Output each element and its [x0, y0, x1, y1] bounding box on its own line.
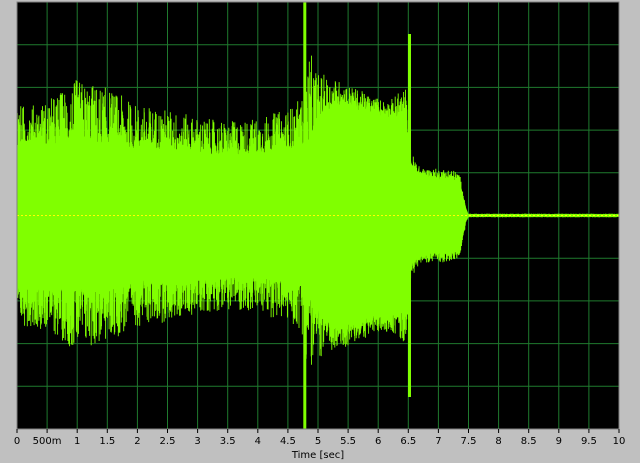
x-tick-label: 6.5: [400, 436, 416, 447]
x-tick-label: 7.5: [461, 436, 477, 447]
x-tick-label: 4: [255, 436, 261, 447]
x-tick-label: 4.5: [280, 436, 296, 447]
x-axis-title: Time [sec]: [291, 450, 344, 461]
waveform-chart: 0 500m 1 1.5 2 2.5 3 3.5 4 4.5 5 5.5 6 6.5 7 7.5 8 8.5 9 9.…: [0, 0, 640, 463]
x-tick-label: 8: [495, 436, 501, 447]
x-tick-label: 3.5: [220, 436, 236, 447]
x-tick-label: 5.5: [340, 436, 356, 447]
x-tick-label: 2: [134, 436, 140, 447]
x-tick-label: 10: [613, 436, 626, 447]
x-tick-label: 9: [556, 436, 562, 447]
x-tick-label: 3: [194, 436, 200, 447]
x-tick-label: 5: [315, 436, 321, 447]
x-tick-label: 500m: [33, 436, 62, 447]
x-tick-label: 2.5: [160, 436, 176, 447]
x-tick-label: 0: [14, 436, 20, 447]
x-tick-label: 9.5: [581, 436, 597, 447]
x-tick-label: 8.5: [521, 436, 537, 447]
x-tick-label: 7: [435, 436, 441, 447]
x-tick-label: 1.5: [99, 436, 115, 447]
x-tick-label: 1: [74, 436, 80, 447]
x-tick-label: 6: [375, 436, 381, 447]
